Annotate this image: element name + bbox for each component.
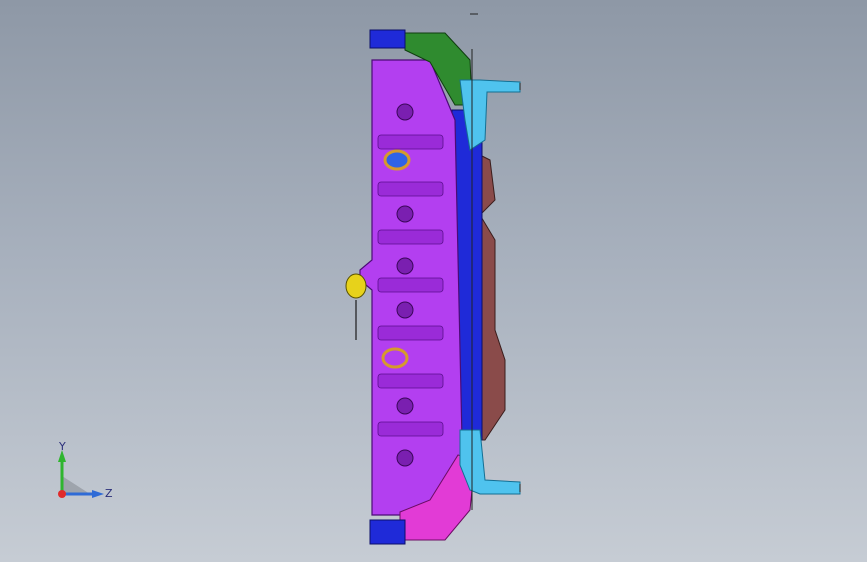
- sheet-metal-assembly[interactable]: [0, 0, 867, 562]
- cyan-top-bracket[interactable]: [459, 79, 521, 151]
- z-axis-label: Z: [105, 487, 113, 500]
- yellow-part[interactable]: [345, 273, 367, 340]
- y-axis-label: Y: [58, 440, 66, 453]
- coordinate-triad-icon: Y Z: [58, 440, 113, 500]
- bottom-left-corner-part[interactable]: [369, 519, 406, 545]
- top-left-corner-part[interactable]: [369, 29, 406, 49]
- cad-viewport[interactable]: Y Z: [0, 0, 867, 562]
- cyan-bottom-bracket[interactable]: [459, 429, 521, 495]
